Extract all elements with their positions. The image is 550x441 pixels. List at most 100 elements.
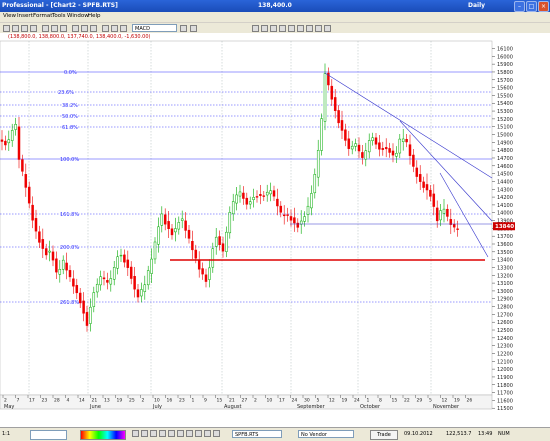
candle-body bbox=[286, 214, 289, 216]
symbol-select[interactable]: SPFB.RTS bbox=[232, 430, 282, 438]
paste-icon[interactable] bbox=[60, 25, 67, 32]
price-label: 12200 bbox=[497, 351, 513, 357]
candle-body bbox=[85, 312, 89, 326]
vendor-select[interactable]: No Vendor bbox=[298, 430, 354, 438]
candle-body bbox=[112, 267, 116, 280]
menu-help[interactable]: Help bbox=[88, 13, 101, 19]
candle-body bbox=[245, 197, 249, 205]
price-label: 13700 bbox=[497, 234, 513, 240]
menu-view[interactable]: View bbox=[3, 13, 16, 19]
price-label: 14900 bbox=[497, 140, 513, 146]
fibonacci-icon[interactable] bbox=[297, 25, 304, 32]
candle-body bbox=[276, 198, 279, 207]
style-tool-icon[interactable] bbox=[150, 430, 157, 437]
candle-body bbox=[242, 192, 245, 199]
width-tool-icon[interactable] bbox=[159, 430, 166, 437]
candle-body bbox=[146, 270, 150, 286]
day-label: 25 bbox=[129, 398, 135, 404]
object-tool-icon[interactable] bbox=[186, 430, 193, 437]
minimize-icon[interactable]: – bbox=[514, 1, 525, 12]
arrow-up-icon[interactable] bbox=[315, 25, 322, 32]
price-label: 14300 bbox=[497, 187, 513, 193]
scale-tool-icon[interactable] bbox=[213, 430, 220, 437]
text-icon[interactable] bbox=[306, 25, 313, 32]
font-tool-icon[interactable] bbox=[177, 430, 184, 437]
close-icon[interactable]: × bbox=[538, 1, 549, 12]
palette-icon[interactable] bbox=[80, 430, 126, 440]
candle-body bbox=[255, 196, 259, 198]
fib-level-label: 38.2% bbox=[62, 103, 78, 109]
open-icon[interactable] bbox=[12, 25, 19, 32]
save-icon[interactable] bbox=[21, 25, 28, 32]
candle-body bbox=[167, 221, 170, 229]
day-label: 1 bbox=[192, 398, 195, 404]
candle-body bbox=[405, 138, 408, 143]
status-combo[interactable] bbox=[30, 430, 67, 440]
candle-body bbox=[422, 181, 425, 188]
color-tool-icon[interactable] bbox=[168, 430, 175, 437]
candle-body bbox=[184, 220, 187, 231]
candle-body bbox=[78, 292, 82, 304]
candle-body bbox=[306, 205, 310, 215]
erase-tool-icon[interactable] bbox=[141, 430, 148, 437]
day-label: 8 bbox=[379, 398, 382, 404]
candle-body bbox=[24, 174, 28, 188]
candle-body bbox=[452, 224, 456, 228]
candle-body bbox=[279, 205, 283, 213]
candle-body bbox=[313, 174, 317, 194]
candle-body bbox=[456, 228, 459, 230]
candle-body bbox=[395, 152, 398, 157]
day-label: 14 bbox=[79, 398, 85, 404]
indicator-select[interactable]: MACD bbox=[132, 24, 177, 32]
trendline-icon[interactable] bbox=[279, 25, 286, 32]
candle-body bbox=[371, 137, 374, 141]
month-label: May bbox=[4, 404, 14, 410]
month-label: November bbox=[433, 404, 460, 410]
month-label: October bbox=[360, 404, 381, 410]
bar-chart-icon[interactable] bbox=[72, 25, 79, 32]
candle-body bbox=[429, 189, 432, 197]
candle-body bbox=[153, 241, 157, 260]
zoom-in-icon[interactable] bbox=[102, 25, 109, 32]
cursor-icon[interactable] bbox=[252, 25, 259, 32]
menu-tools[interactable]: Tools bbox=[52, 13, 66, 19]
trade-button[interactable]: Trade bbox=[370, 430, 398, 440]
print-icon[interactable] bbox=[30, 25, 37, 32]
arrow-down-icon[interactable] bbox=[324, 25, 331, 32]
candle-body bbox=[21, 159, 24, 172]
hline-icon[interactable] bbox=[261, 25, 268, 32]
candle-body bbox=[65, 262, 68, 271]
copy-icon[interactable] bbox=[51, 25, 58, 32]
candle-body bbox=[89, 306, 92, 324]
grid-tool-icon[interactable] bbox=[204, 430, 211, 437]
candle-body bbox=[269, 190, 272, 195]
indicator-add-icon[interactable] bbox=[180, 25, 187, 32]
line-chart-icon[interactable] bbox=[90, 25, 97, 32]
maximize-icon[interactable]: □ bbox=[526, 1, 537, 12]
channel-icon[interactable] bbox=[288, 25, 295, 32]
candle-body bbox=[123, 254, 126, 263]
draw-tool-icon[interactable] bbox=[132, 430, 139, 437]
price-label: 12300 bbox=[497, 344, 513, 350]
new-chart-icon[interactable] bbox=[3, 25, 10, 32]
candle-body bbox=[408, 144, 412, 156]
price-label: 12900 bbox=[497, 297, 513, 303]
day-label: 29 bbox=[417, 398, 423, 404]
menu-insert[interactable]: Insert bbox=[17, 13, 33, 19]
vline-icon[interactable] bbox=[270, 25, 277, 32]
lock-tool-icon[interactable] bbox=[195, 430, 202, 437]
candle-body bbox=[391, 150, 395, 156]
cut-icon[interactable] bbox=[42, 25, 49, 32]
menu-window[interactable]: Window bbox=[67, 13, 89, 19]
candle-body bbox=[116, 256, 119, 269]
price-label: 14100 bbox=[497, 203, 513, 209]
zoom-out-icon[interactable] bbox=[111, 25, 118, 32]
day-label: 27 bbox=[242, 398, 248, 404]
candle-chart-icon[interactable] bbox=[81, 25, 88, 32]
candle-body bbox=[231, 201, 235, 215]
price-chart[interactable]: 0.0% 23.6% 38.2% 50.0% 61.8% 100.0% 161.8% 200.… bbox=[0, 33, 550, 427]
price-label: 14000 bbox=[497, 211, 513, 217]
template-icon[interactable] bbox=[190, 25, 197, 32]
crosshair-icon[interactable] bbox=[120, 25, 127, 32]
menu-format[interactable]: Format bbox=[33, 13, 52, 19]
